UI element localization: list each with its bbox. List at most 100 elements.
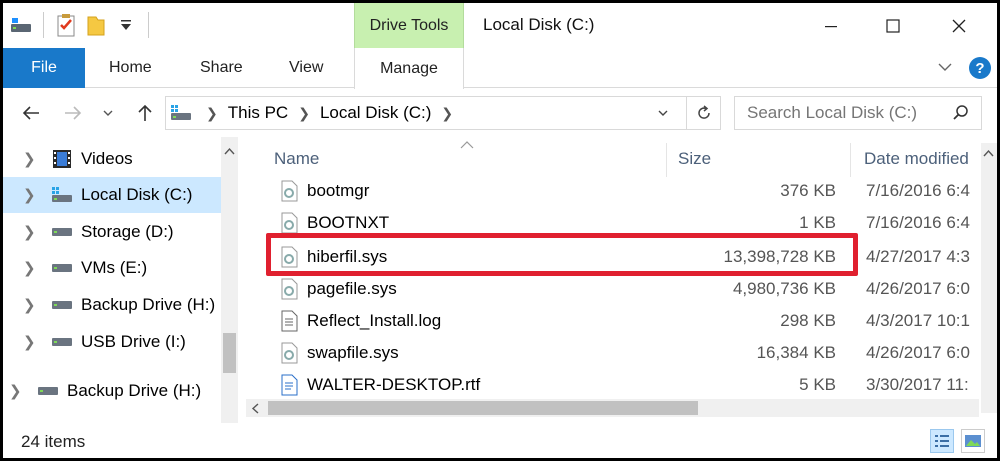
file-date: 4/3/2017 10:1 <box>866 311 970 330</box>
item-count: 24 items <box>21 432 86 451</box>
breadcrumb-separator-icon[interactable]: ❯ <box>206 105 218 122</box>
nav-item-backup-drive-h-root[interactable]: ❯ Backup Drive (H:) <box>3 373 221 409</box>
tab-view[interactable]: View <box>289 48 323 88</box>
breadcrumb-local-disk[interactable]: Local Disk (C:) <box>320 103 431 123</box>
scroll-up-icon[interactable] <box>983 149 994 157</box>
file-name: BOOTNXT <box>307 213 390 232</box>
system-file-icon <box>279 180 299 207</box>
expand-chevron-icon[interactable]: ❯ <box>9 382 29 400</box>
expand-chevron-icon[interactable]: ❯ <box>23 223 43 241</box>
details-view-button[interactable] <box>930 429 954 453</box>
expand-chevron-icon[interactable]: ❯ <box>23 186 43 204</box>
properties-icon[interactable] <box>54 11 78 39</box>
nav-item-usb-drive-i[interactable]: ❯ USB Drive (I:) <box>3 324 221 360</box>
file-row[interactable]: bootmgr 376 KB 7/16/2016 6:4 <box>246 175 970 207</box>
maximize-button[interactable] <box>870 3 916 48</box>
tab-share[interactable]: Share <box>200 48 243 88</box>
scroll-up-icon[interactable] <box>224 147 235 155</box>
text-file-icon <box>279 310 299 337</box>
nav-item-label: USB Drive (I:) <box>81 332 186 351</box>
file-name: swapfile.sys <box>307 343 399 362</box>
window-title: Local Disk (C:) <box>483 15 595 34</box>
tab-home[interactable]: Home <box>109 48 152 88</box>
file-date: 3/30/2017 11: <box>866 375 969 394</box>
expand-ribbon-icon[interactable] <box>937 60 953 79</box>
file-size: 376 KB <box>780 181 836 200</box>
address-dropdown-icon[interactable] <box>656 105 670 125</box>
breadcrumb-separator-icon[interactable]: ❯ <box>441 105 453 122</box>
expand-chevron-icon[interactable]: ❯ <box>23 296 43 314</box>
expand-chevron-icon[interactable]: ❯ <box>23 333 43 351</box>
nav-item-videos[interactable]: ❯ Videos <box>3 141 221 177</box>
nav-pane-scrollbar[interactable] <box>221 137 238 423</box>
tab-file[interactable]: File <box>3 48 85 88</box>
file-row[interactable]: WALTER-DESKTOP.rtf 5 KB 3/30/2017 11: <box>246 369 969 401</box>
file-date: 4/27/2017 4:3 <box>866 247 970 266</box>
file-row[interactable]: pagefile.sys 4,980,736 KB 4/26/2017 6:0 <box>246 273 970 305</box>
new-folder-icon[interactable] <box>84 11 108 39</box>
file-name: WALTER-DESKTOP.rtf <box>307 375 481 394</box>
search-box[interactable] <box>734 96 982 130</box>
help-icon[interactable]: ? <box>969 57 991 79</box>
quick-access-toolbar <box>9 11 153 39</box>
file-row[interactable]: swapfile.sys 16,384 KB 4/26/2017 6:0 <box>246 337 970 369</box>
minimize-button[interactable] <box>808 3 854 48</box>
file-list-vertical-scrollbar[interactable] <box>981 143 997 413</box>
back-button[interactable] <box>17 99 45 127</box>
recent-locations-icon[interactable] <box>99 99 117 127</box>
horizontal-scroll-thumb[interactable] <box>268 401 698 415</box>
nav-item-label: Storage (D:) <box>81 222 174 241</box>
system-file-icon <box>279 278 299 305</box>
file-date: 7/16/2016 6:4 <box>866 213 970 232</box>
rtf-file-icon <box>279 374 299 401</box>
nav-item-label: Backup Drive (H:) <box>81 295 216 314</box>
file-size: 5 KB <box>799 375 836 394</box>
breadcrumb-separator-icon[interactable]: ❯ <box>298 105 310 122</box>
nav-item-vms-e[interactable]: ❯ VMs (E:) <box>3 250 221 286</box>
up-button[interactable] <box>131 99 159 127</box>
drive-breadcrumb-icon <box>170 104 196 122</box>
drive-tools-context-label: Drive Tools <box>354 3 464 48</box>
nav-item-backup-drive-h[interactable]: ❯ Backup Drive (H:) <box>3 287 221 323</box>
breadcrumb-this-pc[interactable]: This PC <box>228 103 288 123</box>
tab-manage[interactable]: Manage <box>354 48 464 89</box>
file-list: Name Size Date modified bootmgr 376 KB 7… <box>246 137 997 423</box>
nav-item-local-disk-c[interactable]: ❯ Local Disk (C:) <box>3 177 221 213</box>
qat-separator <box>43 12 44 38</box>
expand-chevron-icon[interactable]: ❯ <box>23 150 43 168</box>
column-divider[interactable] <box>850 143 851 177</box>
nav-pane-scroll-thumb[interactable] <box>223 333 236 373</box>
forward-button[interactable] <box>59 99 87 127</box>
file-row[interactable]: Reflect_Install.log 298 KB 4/3/2017 10:1 <box>246 305 970 337</box>
close-button[interactable] <box>936 3 982 48</box>
qat-separator-2 <box>148 12 149 38</box>
nav-item-label: Videos <box>81 149 133 168</box>
explorer-window: Drive Tools Local Disk (C:) File Home Sh… <box>3 3 997 458</box>
scroll-left-icon[interactable] <box>251 403 259 414</box>
customize-qat-icon[interactable] <box>114 11 138 39</box>
refresh-button[interactable] <box>686 97 720 129</box>
file-size: 1 KB <box>799 213 836 232</box>
drive-app-icon[interactable] <box>9 11 33 39</box>
drive-icon <box>51 226 81 238</box>
search-input[interactable] <box>747 103 947 123</box>
file-name: Reflect_Install.log <box>307 311 442 330</box>
drive-icon <box>37 385 67 397</box>
videos-folder-icon <box>51 148 81 170</box>
expand-chevron-icon[interactable]: ❯ <box>23 259 43 277</box>
address-bar[interactable]: ❯ This PC ❯ Local Disk (C:) ❯ <box>165 96 721 130</box>
column-header-date[interactable]: Date modified <box>864 137 969 181</box>
column-divider[interactable] <box>666 143 667 177</box>
file-list-horizontal-scrollbar[interactable] <box>246 399 979 417</box>
drive-icon <box>51 299 81 311</box>
nav-item-label: Backup Drive (H:) <box>67 381 202 400</box>
file-name: bootmgr <box>307 181 370 200</box>
file-date: 7/16/2016 6:4 <box>866 181 970 200</box>
nav-item-storage-d[interactable]: ❯ Storage (D:) <box>3 214 221 250</box>
title-bar: Drive Tools Local Disk (C:) <box>3 3 997 48</box>
large-icons-view-button[interactable] <box>961 429 985 453</box>
large-icons-view-icon <box>965 435 981 447</box>
nav-item-label: Local Disk (C:) <box>81 185 193 204</box>
status-bar: 24 items <box>3 423 997 458</box>
navigation-bar: ❯ This PC ❯ Local Disk (C:) ❯ <box>3 89 997 137</box>
